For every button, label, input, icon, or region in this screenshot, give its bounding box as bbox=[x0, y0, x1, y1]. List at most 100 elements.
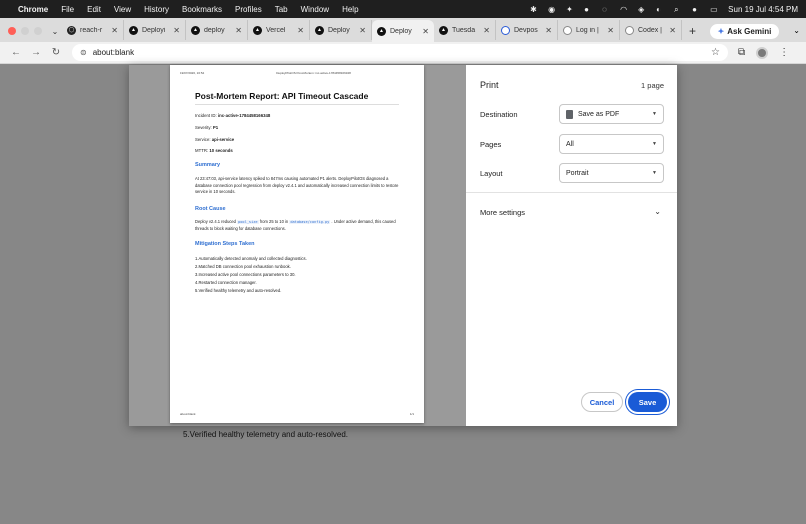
preview-page: 19/07/2026, 16:54 DeployPilotOS Post-Mor… bbox=[170, 65, 424, 423]
report-title: Post-Mortem Report: API Timeout Cascade bbox=[195, 91, 369, 101]
mitigation-steps: 1.Automatically detected anomaly and col… bbox=[195, 255, 307, 295]
close-icon[interactable]: ✕ bbox=[545, 26, 552, 35]
siri-icon[interactable]: ● bbox=[692, 5, 701, 14]
address-text: about:blank bbox=[92, 48, 135, 57]
tab-9[interactable]: Codex | ✕ bbox=[620, 20, 682, 40]
incident-id: Incident ID: inc-active-1784458166348 bbox=[195, 113, 271, 118]
root-cause-heading: Root Cause bbox=[195, 206, 226, 212]
cancel-button[interactable]: Cancel bbox=[581, 392, 623, 412]
profile-avatar[interactable] bbox=[756, 46, 769, 59]
layout-label: Layout bbox=[480, 169, 503, 178]
record-icon[interactable]: ● bbox=[584, 5, 593, 14]
tab-5-active[interactable]: ▲ Deploy ✕ bbox=[372, 20, 434, 42]
close-icon[interactable]: ✕ bbox=[422, 27, 429, 36]
deploy-icon: ▲ bbox=[129, 25, 138, 35]
minimize-window-button[interactable] bbox=[21, 27, 29, 35]
circle-icon[interactable]: ◌ bbox=[602, 5, 611, 14]
address-bar[interactable]: ⊜ about:blank ☆ bbox=[72, 44, 728, 61]
list-item: 3.Increased active pool connections para… bbox=[195, 272, 296, 278]
background-page-text: 5.Verified healthy telemetry and auto-re… bbox=[183, 430, 348, 439]
close-icon[interactable]: ✕ bbox=[607, 26, 614, 35]
close-icon[interactable]: ✕ bbox=[111, 26, 118, 35]
pages-select[interactable]: All ▼ bbox=[559, 134, 664, 154]
preview-header: 19/07/2026, 16:54 DeployPilotOS Post-Mor… bbox=[180, 71, 351, 75]
menu-app-name[interactable]: Chrome bbox=[18, 5, 48, 14]
tab-2[interactable]: ▲ deploy ✕ bbox=[186, 20, 248, 40]
zoom-window-button[interactable] bbox=[34, 27, 42, 35]
tab-4[interactable]: ▲ Deploy ✕ bbox=[310, 20, 372, 40]
service: Service: api-service bbox=[195, 137, 235, 142]
menu-help[interactable]: Help bbox=[342, 5, 358, 14]
menu-file[interactable]: File bbox=[61, 5, 74, 14]
tab-search-chevron-icon[interactable]: ⌄ bbox=[48, 23, 62, 39]
menu-edit[interactable]: Edit bbox=[87, 5, 101, 14]
vercel-icon: ▲ bbox=[253, 25, 262, 35]
destination-select[interactable]: Save as PDF ▼ bbox=[559, 104, 664, 124]
deploy-icon: ▲ bbox=[377, 26, 386, 36]
tab-0[interactable]: ◯ reach-r ✕ bbox=[62, 20, 124, 40]
sparkle-icon[interactable]: ✦ bbox=[566, 5, 575, 14]
menubar-status-area: ✱ ◉ ✦ ● ◌ ◠ ◈ ◐ ⌕ ● ▭ Sun 19 Jul 4:54 PM bbox=[530, 5, 798, 14]
dropdown-arrow-icon: ▼ bbox=[652, 141, 657, 147]
devpost-icon bbox=[501, 25, 510, 35]
back-icon[interactable]: ← bbox=[8, 47, 24, 58]
close-window-button[interactable] bbox=[8, 27, 16, 35]
list-item: 5.Verified healthy telemetry and auto-re… bbox=[195, 288, 282, 294]
chevron-down-icon[interactable]: ⌄ bbox=[654, 207, 661, 216]
menu-bookmarks[interactable]: Bookmarks bbox=[182, 5, 222, 14]
layout-select[interactable]: Portrait ▼ bbox=[559, 163, 664, 183]
menu-profiles[interactable]: Profiles bbox=[235, 5, 262, 14]
pdf-file-icon bbox=[566, 109, 573, 119]
tab-6[interactable]: ▲ Tuesda ✕ bbox=[434, 20, 496, 40]
github-icon: ◯ bbox=[67, 25, 76, 35]
bookmark-star-icon[interactable]: ☆ bbox=[711, 47, 720, 58]
menubar-datetime[interactable]: Sun 19 Jul 4:54 PM bbox=[728, 5, 798, 14]
tab-8[interactable]: Log in | ✕ bbox=[558, 20, 620, 40]
forward-icon[interactable]: → bbox=[28, 47, 44, 58]
screen-icon[interactable]: ▭ bbox=[710, 5, 719, 14]
control-center-icon[interactable]: ◐ bbox=[656, 5, 665, 14]
menu-history[interactable]: History bbox=[144, 5, 169, 14]
tab-strip: ⌄ ◯ reach-r ✕ ▲ Deployi ✕ ▲ deploy ✕ ▲ Vercel ✕ … bbox=[0, 18, 806, 42]
new-tab-button[interactable]: + bbox=[682, 24, 703, 42]
deploy-icon: ▲ bbox=[315, 25, 324, 35]
print-settings-panel: Print 1 page Destination Save as PDF ▼ P… bbox=[466, 65, 677, 426]
macos-menubar: Chrome File Edit View History Bookmarks … bbox=[0, 0, 806, 18]
destination-label: Destination bbox=[480, 110, 518, 119]
deploy-icon: ▲ bbox=[439, 25, 448, 35]
google-icon bbox=[563, 25, 572, 35]
chevron-down-icon[interactable]: ⌄ bbox=[793, 26, 800, 35]
summary-heading: Summary bbox=[195, 162, 221, 168]
save-button[interactable]: Save bbox=[628, 392, 667, 412]
close-icon[interactable]: ✕ bbox=[173, 26, 180, 35]
menu-view[interactable]: View bbox=[114, 5, 131, 14]
toolbar-right: ⧉ ⋮ bbox=[738, 46, 789, 59]
search-icon[interactable]: ⌕ bbox=[674, 5, 683, 14]
menu-window[interactable]: Window bbox=[301, 5, 329, 14]
more-settings-toggle[interactable]: More settings bbox=[480, 208, 525, 217]
ask-gemini-button[interactable]: ✦ Ask Gemini bbox=[709, 24, 780, 39]
reload-icon[interactable]: ↻ bbox=[48, 47, 64, 58]
site-info-icon[interactable]: ⊜ bbox=[80, 48, 87, 57]
shield-icon[interactable]: ◈ bbox=[638, 5, 647, 14]
close-icon[interactable]: ✕ bbox=[359, 26, 366, 35]
wifi-icon[interactable]: ◠ bbox=[620, 5, 629, 14]
extensions-icon[interactable]: ⧉ bbox=[738, 47, 745, 58]
tab-1[interactable]: ▲ Deployi ✕ bbox=[124, 20, 186, 40]
dropdown-arrow-icon: ▼ bbox=[652, 170, 657, 176]
preview-footer: about:blank 1/1 bbox=[180, 412, 414, 416]
more-menu-icon[interactable]: ⋮ bbox=[779, 47, 789, 58]
close-icon[interactable]: ✕ bbox=[483, 26, 490, 35]
mttr: MTTR: 10 seconds bbox=[195, 148, 233, 153]
tab-3[interactable]: ▲ Vercel ✕ bbox=[248, 20, 310, 40]
eye-icon[interactable]: ◉ bbox=[548, 5, 557, 14]
summary-text: At 23:47:03, api-service latency spiked … bbox=[195, 176, 399, 195]
bug-icon[interactable]: ✱ bbox=[530, 5, 539, 14]
print-preview-area[interactable]: 19/07/2026, 16:54 DeployPilotOS Post-Mor… bbox=[129, 65, 466, 426]
menu-tab[interactable]: Tab bbox=[275, 5, 288, 14]
tab-7[interactable]: Devpos ✕ bbox=[496, 20, 558, 40]
close-icon[interactable]: ✕ bbox=[297, 26, 304, 35]
browser-toolbar: ← → ↻ ⊜ about:blank ☆ ⧉ ⋮ bbox=[0, 42, 806, 64]
close-icon[interactable]: ✕ bbox=[235, 26, 242, 35]
close-icon[interactable]: ✕ bbox=[669, 26, 676, 35]
